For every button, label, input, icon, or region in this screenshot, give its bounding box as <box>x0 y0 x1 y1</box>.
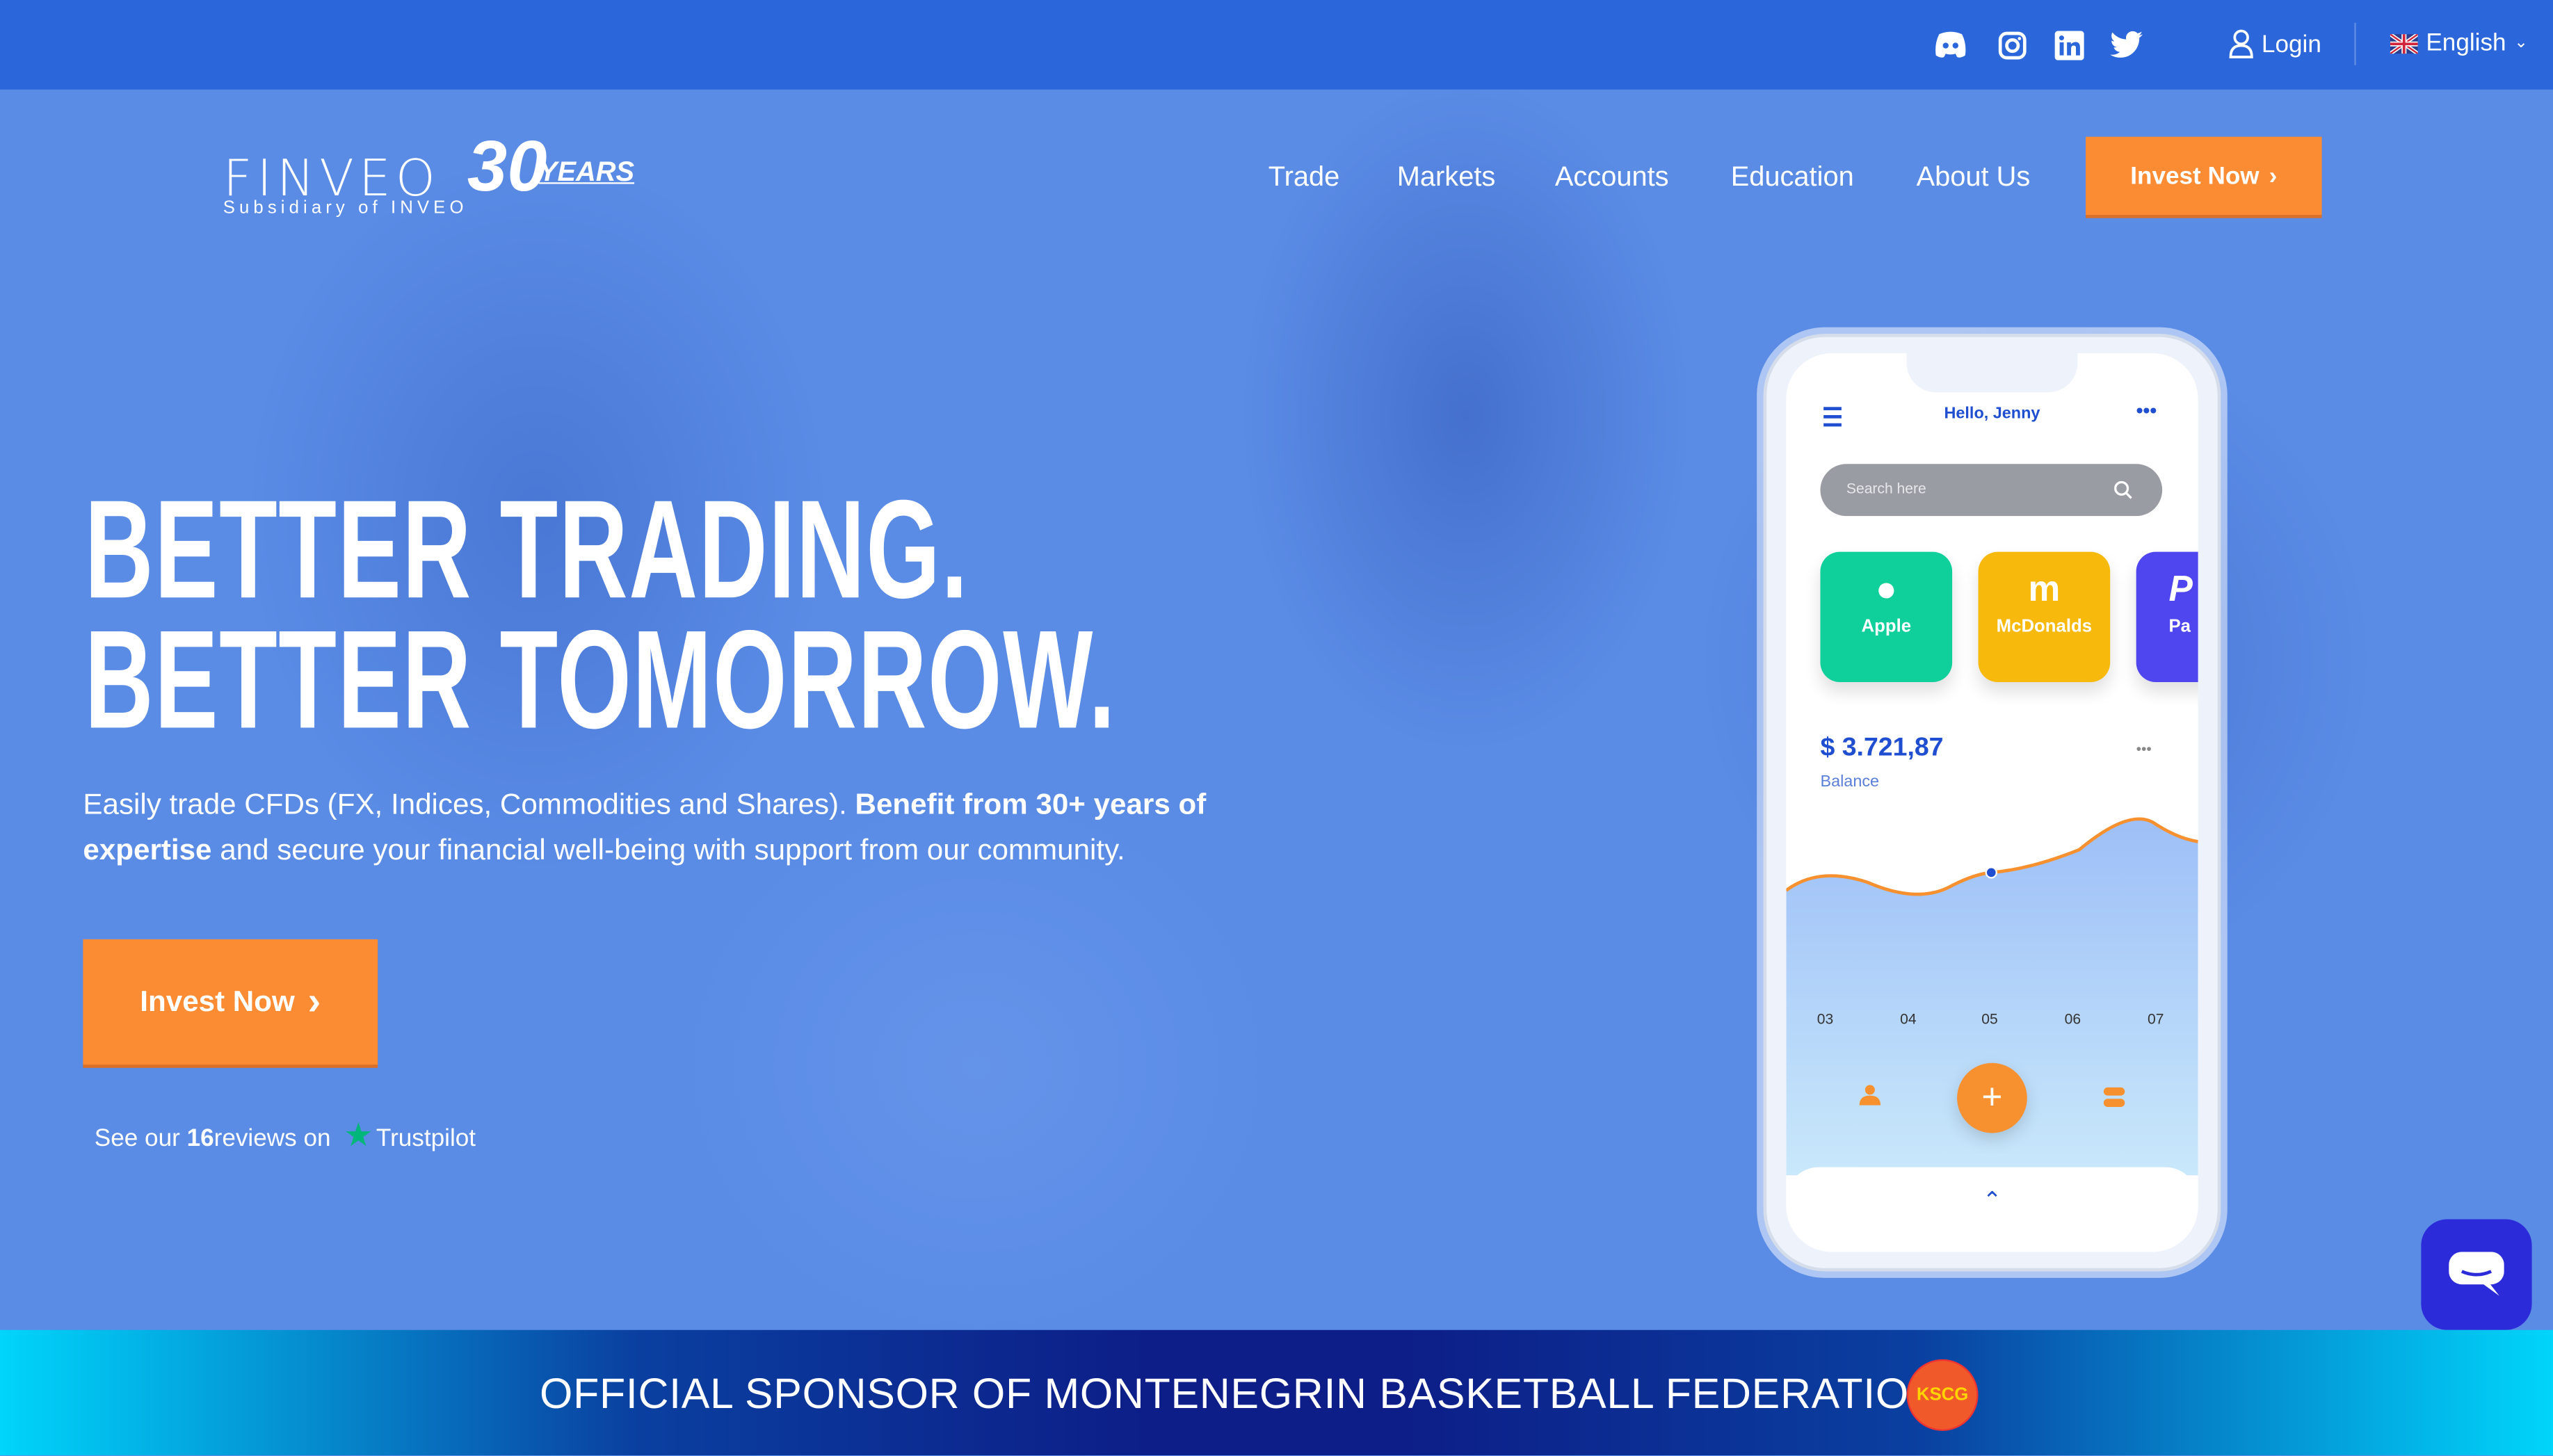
description-text: Easily trade CFDs (FX, Indices, Commodit… <box>83 788 855 820</box>
logo-tagline: Subsidiary of INVEO <box>223 198 468 218</box>
chevron-up-icon: ⌃ <box>1982 1186 2002 1213</box>
finveo-logo[interactable]: FINVEO 30 YEARS Subsidiary of INVEO <box>223 127 634 225</box>
chart-point <box>1985 866 1997 879</box>
reviews-text: See our <box>94 1124 180 1153</box>
phone-mockup: Hello, Jenny ••• Search here ● Apple m M… <box>1763 333 2221 1272</box>
hero-invest-now-button[interactable]: Invest Now › <box>83 939 378 1065</box>
bottom-sheet[interactable]: ⌃ <box>1786 1167 2198 1252</box>
search-input[interactable]: Search here <box>1820 464 2163 517</box>
hero-description: Easily trade CFDs (FX, Indices, Commodit… <box>83 782 1320 873</box>
search-placeholder: Search here <box>1846 480 1926 497</box>
login-link[interactable]: Login <box>2229 29 2321 58</box>
trustpilot-label: Trustpilot <box>376 1124 476 1153</box>
invest-now-label: Invest Now <box>2130 161 2260 190</box>
nav-accounts[interactable]: Accounts <box>1555 161 1669 194</box>
profile-icon[interactable] <box>1859 1084 1881 1106</box>
balance-label: Balance <box>1820 773 1880 791</box>
description-text: and secure your financial well-being wit… <box>211 833 1125 866</box>
instagram-icon[interactable] <box>1998 31 2027 60</box>
phone-screen: Hello, Jenny ••• Search here ● Apple m M… <box>1786 353 2198 1252</box>
nav-markets[interactable]: Markets <box>1397 161 1496 194</box>
uk-flag-icon <box>2390 33 2418 54</box>
invest-now-label: Invest Now <box>140 985 295 1018</box>
tile-paypal[interactable]: P Pa <box>2136 551 2198 682</box>
nav-trade[interactable]: Trade <box>1269 161 1340 194</box>
reviews-count: 16 <box>186 1124 214 1153</box>
headline-line-2: BETTER TOMORROW. <box>84 602 1117 759</box>
mcdonalds-icon: m <box>2028 568 2061 609</box>
paypal-icon: P <box>2168 568 2193 609</box>
user-icon <box>2229 29 2253 58</box>
apple-icon: ● <box>1875 568 1897 609</box>
more-icon: ••• <box>2136 398 2157 422</box>
more-icon: ••• <box>2136 741 2152 757</box>
x-label: 07 <box>2148 1010 2164 1028</box>
logo-30: 30 <box>467 127 547 207</box>
x-label: 03 <box>1817 1010 1834 1028</box>
x-label: 05 <box>1981 1010 1998 1028</box>
balance-amount: $ 3.721,87 <box>1820 734 1944 762</box>
login-label: Login <box>2261 30 2321 58</box>
logo-years: YEARS <box>538 156 635 188</box>
tile-label: Pa <box>2168 617 2191 637</box>
chevron-down-icon: ⌄ <box>2514 34 2528 52</box>
x-label: 04 <box>1900 1010 1917 1028</box>
tile-mcdonalds[interactable]: m McDonalds <box>1978 551 2111 682</box>
reviews-text: reviews on <box>214 1124 331 1153</box>
nav-education[interactable]: Education <box>1731 161 1854 194</box>
toggle-icon[interactable] <box>2103 1087 2125 1108</box>
divider <box>2354 22 2356 65</box>
chart-x-labels: 03 04 05 06 07 <box>1786 1011 2198 1030</box>
nav-about-us[interactable]: About Us <box>1917 161 2031 194</box>
language-label: English <box>2426 29 2506 57</box>
chevron-right-icon: › <box>2269 161 2278 190</box>
tile-label: McDonalds <box>1996 617 2093 637</box>
sponsor-text: OFFICIAL SPONSOR OF MONTENEGRIN BASKETBA… <box>540 1368 1940 1418</box>
trustpilot-star-icon: ★ <box>344 1118 373 1154</box>
search-icon <box>2114 480 2132 499</box>
discord-icon[interactable] <box>1933 31 1969 60</box>
twitter-icon[interactable] <box>2110 31 2143 58</box>
chat-icon <box>2449 1252 2504 1296</box>
header-invest-now-button[interactable]: Invest Now › <box>2086 136 2322 216</box>
chevron-right-icon: › <box>307 979 321 1024</box>
linkedin-icon[interactable] <box>2054 31 2084 60</box>
sponsor-banner[interactable]: OFFICIAL SPONSOR OF MONTENEGRIN BASKETBA… <box>0 1329 2553 1456</box>
chat-button[interactable] <box>2421 1219 2532 1330</box>
language-selector[interactable]: English ⌄ <box>2390 29 2528 57</box>
headline-line-1: BETTER TRADING. <box>84 471 969 629</box>
top-bar <box>0 0 2553 90</box>
tile-label: Apple <box>1861 617 1912 637</box>
trustpilot-reviews-link[interactable]: See our 16 reviews on ★ Trustpilot <box>95 1115 476 1163</box>
tile-apple[interactable]: ● Apple <box>1820 551 1953 682</box>
phone-notch <box>1906 353 2078 393</box>
add-button[interactable]: + <box>1957 1062 2027 1133</box>
basketball-federation-logo: KSCG <box>1906 1359 1979 1431</box>
x-label: 06 <box>2064 1010 2081 1028</box>
